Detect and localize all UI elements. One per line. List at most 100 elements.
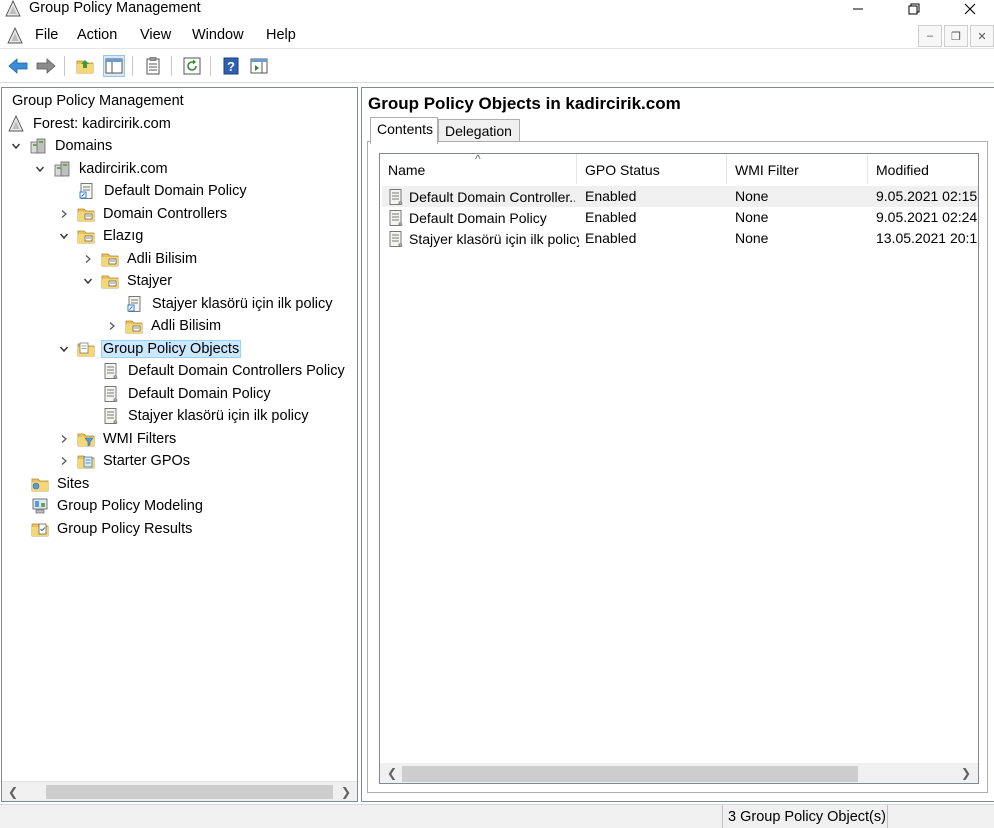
starter-gpo-icon (77, 452, 95, 470)
restore-button[interactable] (894, 0, 934, 18)
properties-clipboard-icon[interactable] (142, 55, 164, 77)
tree-gpo-stajyer[interactable]: Stajyer klasörü için ilk policy (102, 405, 311, 426)
table-row[interactable]: Stajyer klasörü için ilk policy Enabled … (382, 228, 978, 249)
tree-gpo-ddp[interactable]: Default Domain Policy (102, 383, 273, 404)
list-header: ^ Name GPO Status WMI Filter Modified (380, 154, 978, 184)
scroll-left-icon[interactable]: ❮ (384, 765, 400, 781)
menu-file[interactable]: File (35, 27, 58, 44)
mdi-restore-button[interactable]: ❐ (944, 25, 968, 47)
table-row[interactable]: Default Domain Controller... Enabled Non… (382, 186, 978, 207)
console-tree: Group Policy Management Forest: kadircir… (1, 87, 358, 802)
cell-modified: 9.05.2021 02:15: (876, 188, 978, 204)
ou-folder-icon (77, 205, 95, 223)
chevron-down-icon[interactable] (57, 342, 71, 356)
scrollbar-thumb[interactable] (46, 785, 333, 799)
show-hide-tree-icon[interactable] (103, 55, 125, 77)
tree-default-domain-policy-link[interactable]: Default Domain Policy (78, 180, 249, 201)
tree-elazig[interactable]: Elazıg (57, 225, 145, 246)
tab-contents[interactable]: Contents (370, 117, 438, 144)
title-bar: Group Policy Management (0, 0, 994, 20)
tree-forest[interactable]: Forest: kadircirik.com (7, 113, 173, 134)
tree-label: WMI Filters (103, 430, 177, 447)
tree-domains[interactable]: Domains (9, 135, 114, 156)
tree-gpo-ddcp[interactable]: Default Domain Controllers Policy (102, 360, 347, 381)
tree-starter-gpos[interactable]: Starter GPOs (57, 450, 192, 471)
chevron-down-icon[interactable] (9, 139, 23, 153)
column-header-modified[interactable]: Modified (868, 154, 978, 184)
mdi-close-button[interactable]: ✕ (970, 25, 994, 47)
tree-adli-bilisim-1[interactable]: Adli Bilisim (81, 248, 199, 269)
mdi-minimize-button[interactable]: – (918, 25, 942, 47)
table-row[interactable]: Default Domain Policy Enabled None 9.05.… (382, 207, 978, 228)
ou-folder-icon (101, 250, 119, 268)
gpo-scroll-icon (102, 385, 120, 403)
menu-help[interactable]: Help (266, 27, 296, 44)
menu-window[interactable]: Window (192, 27, 244, 44)
tree-adli-bilisim-2[interactable]: Adli Bilisim (105, 315, 223, 336)
tree-domain-controllers[interactable]: Domain Controllers (57, 203, 229, 224)
tree-stajyer[interactable]: Stajyer (81, 270, 174, 291)
refresh-icon[interactable] (181, 55, 203, 77)
toolbar-separator (171, 56, 172, 76)
chevron-right-icon[interactable] (57, 432, 71, 446)
forward-arrow-icon[interactable] (35, 55, 57, 77)
tree-gp-modeling[interactable]: Group Policy Modeling (31, 495, 205, 516)
tab-delegation[interactable]: Delegation (438, 119, 520, 143)
menu-view[interactable]: View (140, 27, 171, 44)
tree-sites[interactable]: Sites (31, 473, 91, 494)
tree-label: kadircirik.com (79, 160, 168, 177)
tree-label: Default Domain Controllers Policy (128, 362, 345, 379)
tree-label: Adli Bilisim (151, 317, 222, 334)
scrollbar-thumb[interactable] (402, 766, 858, 782)
minimize-button[interactable] (838, 0, 878, 18)
tree-stajyer-policy-link[interactable]: Stajyer klasörü için ilk policy (126, 293, 335, 314)
chevron-right-icon[interactable] (81, 252, 95, 266)
ou-folder-icon (125, 317, 143, 335)
tree-label: Starter GPOs (103, 452, 191, 469)
chevron-down-icon[interactable] (33, 162, 47, 176)
show-action-pane-icon[interactable] (248, 55, 270, 77)
column-header-name[interactable]: ^ Name (380, 154, 577, 184)
sites-icon (31, 475, 49, 493)
chevron-down-icon[interactable] (81, 274, 95, 288)
scroll-right-icon[interactable]: ❯ (338, 784, 354, 800)
menu-action[interactable]: Action (77, 27, 117, 44)
ou-folder-icon (77, 227, 95, 245)
chevron-right-icon[interactable] (57, 454, 71, 468)
status-bar: 3 Group Policy Object(s) (0, 804, 994, 828)
chevron-right-icon[interactable] (105, 319, 119, 333)
up-folder-icon[interactable] (74, 55, 96, 77)
tree-label: Adli Bilisim (127, 250, 198, 267)
forest-icon (7, 115, 25, 133)
tree-gp-results[interactable]: Group Policy Results (31, 518, 194, 539)
scroll-right-icon[interactable]: ❯ (958, 765, 974, 781)
mdi-controls: – ❐ ✕ (916, 25, 994, 47)
sort-ascending-icon: ^ (475, 153, 481, 166)
tree-wmi-filters[interactable]: WMI Filters (57, 428, 178, 449)
gpo-container-icon (77, 340, 95, 358)
tree-label: Forest: kadircirik.com (33, 115, 171, 132)
tree-group-policy-objects[interactable]: Group Policy Objects (57, 338, 242, 359)
back-arrow-icon[interactable] (7, 55, 29, 77)
cell-name: Stajyer klasörü için ilk policy (387, 230, 579, 248)
wmi-filter-icon (77, 430, 95, 448)
column-header-wmi[interactable]: WMI Filter (727, 154, 868, 184)
results-icon (31, 520, 49, 538)
tree-label: Group Policy Modeling (57, 497, 203, 514)
tree-root-gpm[interactable]: Group Policy Management (10, 90, 186, 111)
chevron-down-icon[interactable] (57, 229, 71, 243)
cell-name: Default Domain Controller... (387, 188, 575, 206)
console-icon[interactable] (5, 27, 25, 45)
close-button[interactable] (950, 0, 990, 18)
column-header-status[interactable]: GPO Status (577, 154, 727, 184)
cell-status: Enabled (585, 188, 637, 204)
list-horizontal-scrollbar[interactable]: ❮ ❯ (380, 763, 978, 783)
gpmc-app-icon (4, 0, 22, 18)
status-text: 3 Group Policy Object(s) (722, 805, 888, 828)
tree-horizontal-scrollbar[interactable]: ❮ ❯ (2, 781, 357, 801)
domains-folder-icon (29, 137, 47, 155)
help-icon[interactable]: ? (220, 55, 242, 77)
scroll-left-icon[interactable]: ❮ (5, 784, 21, 800)
chevron-right-icon[interactable] (57, 207, 71, 221)
tree-domain-kadircirik[interactable]: kadircirik.com (33, 158, 170, 179)
